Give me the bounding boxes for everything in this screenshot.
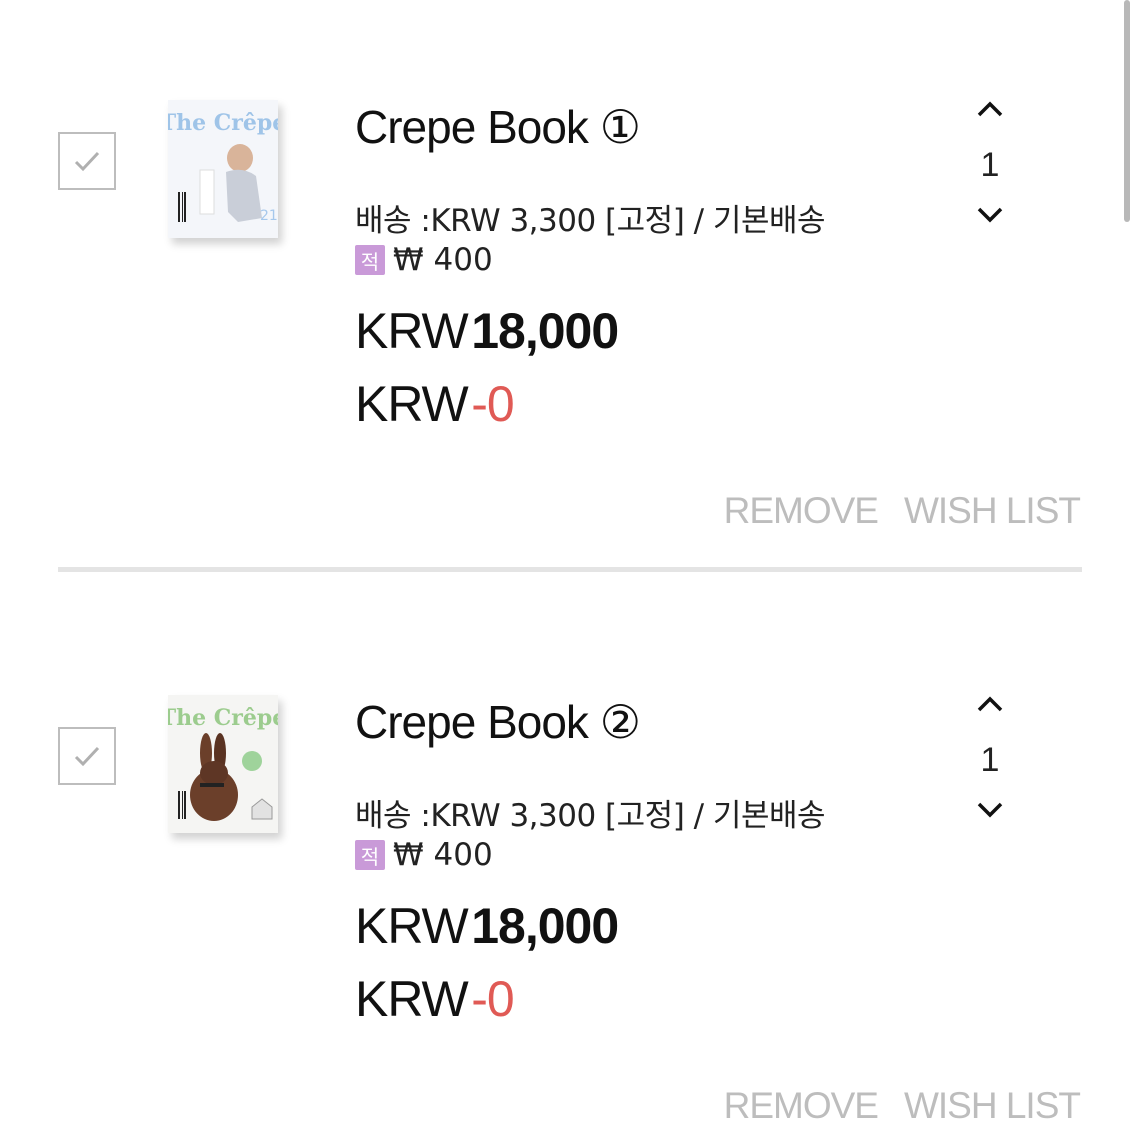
- remove-button[interactable]: REMOVE: [724, 1085, 879, 1127]
- points-row: 적 ₩ 400: [355, 837, 493, 873]
- discount-currency: KRW: [355, 971, 469, 1027]
- price-currency: KRW: [355, 303, 469, 359]
- shipping-info: 배송 :KRW 3,300 [고정] / 기본배송: [355, 203, 826, 239]
- price-amount: 18,000: [471, 898, 619, 954]
- points-value: ₩ 400: [393, 837, 493, 873]
- cart-item: The Crêpe 21 Crepe Book ① 배송 :KRW 3,300 …: [0, 0, 1140, 595]
- wishlist-button[interactable]: WISH LIST: [904, 1085, 1081, 1127]
- quantity-stepper: 1: [962, 693, 1018, 828]
- discount-amount: -0: [471, 376, 514, 432]
- discount: KRW -0: [355, 970, 515, 1028]
- item-actions: REMOVE WISH LIST: [724, 1085, 1081, 1127]
- checkmark-icon: [74, 151, 100, 172]
- chevron-up-icon[interactable]: [976, 98, 1004, 120]
- quantity-value: 1: [980, 741, 1000, 779]
- divider: [58, 567, 1082, 572]
- points-badge: 적: [355, 840, 385, 870]
- item-select-checkbox[interactable]: [58, 727, 116, 785]
- product-title[interactable]: Crepe Book ①: [355, 100, 641, 154]
- points-value: ₩ 400: [393, 242, 493, 278]
- cover-title: The Crêpe: [168, 705, 278, 731]
- cover-title: The Crêpe: [168, 110, 278, 136]
- points-row: 적 ₩ 400: [355, 242, 493, 278]
- price: KRW 18,000: [355, 897, 619, 955]
- chevron-up-icon[interactable]: [976, 693, 1004, 715]
- product-title[interactable]: Crepe Book ②: [355, 695, 641, 749]
- wishlist-button[interactable]: WISH LIST: [904, 490, 1081, 532]
- discount-amount: -0: [471, 971, 514, 1027]
- product-thumbnail[interactable]: The Crêpe: [168, 695, 278, 833]
- chevron-down-icon[interactable]: [976, 799, 1004, 821]
- discount: KRW -0: [355, 375, 515, 433]
- chevron-down-icon[interactable]: [976, 204, 1004, 226]
- price-currency: KRW: [355, 898, 469, 954]
- shipping-info: 배송 :KRW 3,300 [고정] / 기본배송: [355, 798, 826, 834]
- remove-button[interactable]: REMOVE: [724, 490, 879, 532]
- checkmark-icon: [74, 746, 100, 767]
- price: KRW 18,000: [355, 302, 619, 360]
- item-select-checkbox[interactable]: [58, 132, 116, 190]
- svg-text:21: 21: [260, 208, 278, 224]
- quantity-stepper: 1: [962, 98, 1018, 233]
- item-actions: REMOVE WISH LIST: [724, 490, 1081, 532]
- product-thumbnail[interactable]: The Crêpe 21: [168, 100, 278, 238]
- price-amount: 18,000: [471, 303, 619, 359]
- discount-currency: KRW: [355, 376, 469, 432]
- quantity-value: 1: [980, 146, 1000, 184]
- points-badge: 적: [355, 245, 385, 275]
- cart-item: The Crêpe Crepe Book ② 배송 :KRW 3,300 [고정…: [0, 595, 1140, 1140]
